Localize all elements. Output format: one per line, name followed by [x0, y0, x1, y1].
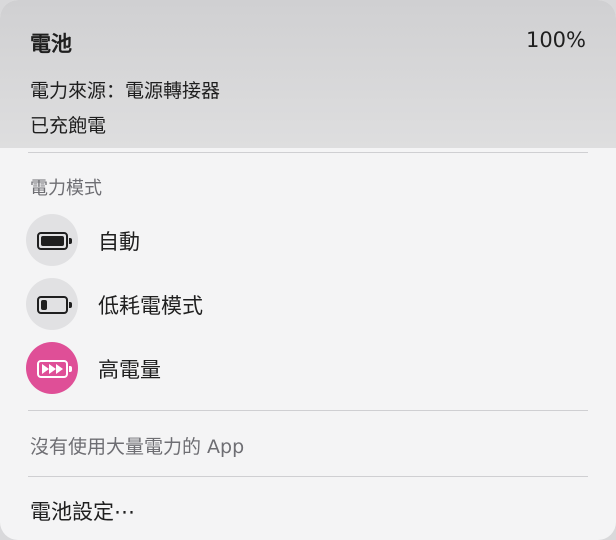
mode-label: 高電量 — [98, 358, 161, 382]
divider — [28, 410, 588, 411]
energy-mode-automatic[interactable]: 自動 — [26, 214, 586, 270]
divider — [28, 476, 588, 477]
mode-label: 自動 — [98, 230, 140, 254]
energy-mode-low-power[interactable]: 低耗電模式 — [26, 278, 586, 334]
energy-mode-section-label: 電力模式 — [30, 178, 102, 199]
mode-icon-circle — [26, 342, 78, 394]
power-source-text: 電力來源：電源轉接器 — [30, 80, 221, 102]
battery-title: 電池 — [30, 32, 72, 56]
divider — [28, 152, 588, 153]
charge-status-text: 已充飽電 — [30, 115, 107, 137]
battery-low-icon — [37, 296, 72, 314]
battery-full-icon — [37, 232, 72, 250]
battery-header-area: 電池 100% 電力來源：電源轉接器 已充飽電 — [0, 0, 616, 148]
battery-settings-item[interactable]: 電池設定⋯ — [30, 496, 135, 526]
mode-icon-circle — [26, 214, 78, 266]
energy-mode-high-power[interactable]: 高電量 — [26, 342, 586, 398]
battery-high-power-icon — [37, 360, 72, 378]
mode-label: 低耗電模式 — [98, 294, 203, 318]
battery-menu-panel: 電池 100% 電力來源：電源轉接器 已充飽電 電力模式 自動 低耗電模式 高電… — [0, 0, 616, 540]
no-apps-using-energy-text: 沒有使用大量電力的 App — [30, 436, 245, 458]
battery-percentage: 100% — [525, 28, 586, 52]
mode-icon-circle — [26, 278, 78, 330]
